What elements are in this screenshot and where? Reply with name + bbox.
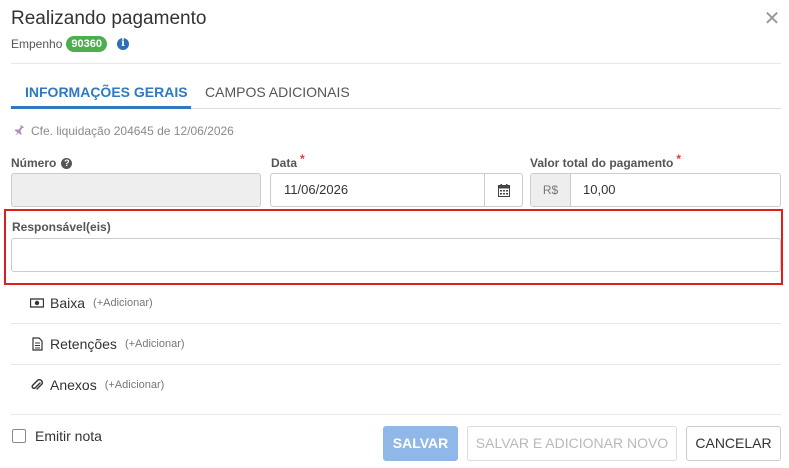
modal-title: Realizando pagamento — [11, 8, 207, 29]
section-label: Anexos — [50, 377, 97, 393]
question-circle-icon[interactable]: ? — [61, 157, 73, 169]
tab-campos-adicionais[interactable]: CAMPOS ADICIONAIS — [205, 84, 350, 100]
calendar-icon[interactable] — [484, 174, 522, 206]
emitir-nota-label: Emitir nota — [35, 428, 102, 444]
data-value: 11/06/2026 — [284, 182, 349, 197]
money-icon — [30, 298, 44, 308]
section-anexos[interactable]: Anexos (+Adicionar) — [30, 377, 164, 393]
add-link[interactable]: (+Adicionar) — [125, 338, 185, 350]
required-mark: * — [300, 152, 305, 166]
paperclip-icon — [31, 379, 43, 390]
numero-label: Número ? — [11, 156, 73, 170]
reference-text: Cfe. liquidação 204645 de 12/06/2026 — [31, 124, 234, 138]
currency-prefix: R$ — [531, 174, 571, 206]
add-link[interactable]: (+Adicionar) — [93, 297, 153, 309]
info-circle-icon[interactable]: i — [116, 38, 129, 50]
valor-field[interactable]: R$ 10,00 — [530, 173, 781, 207]
close-icon[interactable]: ✕ — [763, 8, 781, 30]
checkbox-box[interactable] — [12, 429, 26, 443]
responsaveis-label: Responsável(eis) — [12, 220, 111, 234]
section-retencoes[interactable]: Retenções (+Adicionar) — [30, 336, 185, 352]
pin-icon — [14, 124, 25, 136]
emitir-nota-checkbox[interactable]: Emitir nota — [12, 428, 102, 444]
cancel-button[interactable]: CANCELAR — [686, 426, 781, 461]
section-label: Retenções — [50, 336, 117, 352]
data-label: Data * — [271, 152, 305, 170]
valor-label: Valor total do pagamento * — [530, 152, 682, 170]
empenho-badge: 90360 — [66, 36, 107, 52]
tab-informacoes-gerais[interactable]: INFORMAÇÕES GERAIS — [25, 84, 188, 100]
divider — [11, 323, 781, 324]
liquidacao-reference: Cfe. liquidação 204645 de 12/06/2026 — [13, 124, 234, 138]
responsaveis-input[interactable] — [11, 238, 781, 272]
numero-field[interactable] — [11, 173, 261, 207]
empenho-line: Empenho 90360 i — [11, 36, 129, 52]
active-tab-indicator — [11, 106, 191, 109]
empenho-label: Empenho — [11, 37, 63, 51]
section-label: Baixa — [50, 295, 86, 311]
required-mark: * — [676, 152, 682, 166]
divider — [11, 364, 781, 365]
save-and-add-new-button[interactable]: SALVAR E ADICIONAR NOVO — [467, 426, 677, 461]
divider — [11, 414, 781, 415]
document-icon — [32, 337, 43, 351]
divider — [11, 63, 781, 64]
add-link[interactable]: (+Adicionar) — [105, 379, 165, 391]
section-baixa[interactable]: Baixa (+Adicionar) — [30, 295, 153, 311]
save-button[interactable]: SALVAR — [383, 426, 458, 461]
valor-value: 10,00 — [583, 182, 616, 197]
data-field[interactable]: 11/06/2026 — [270, 173, 523, 207]
